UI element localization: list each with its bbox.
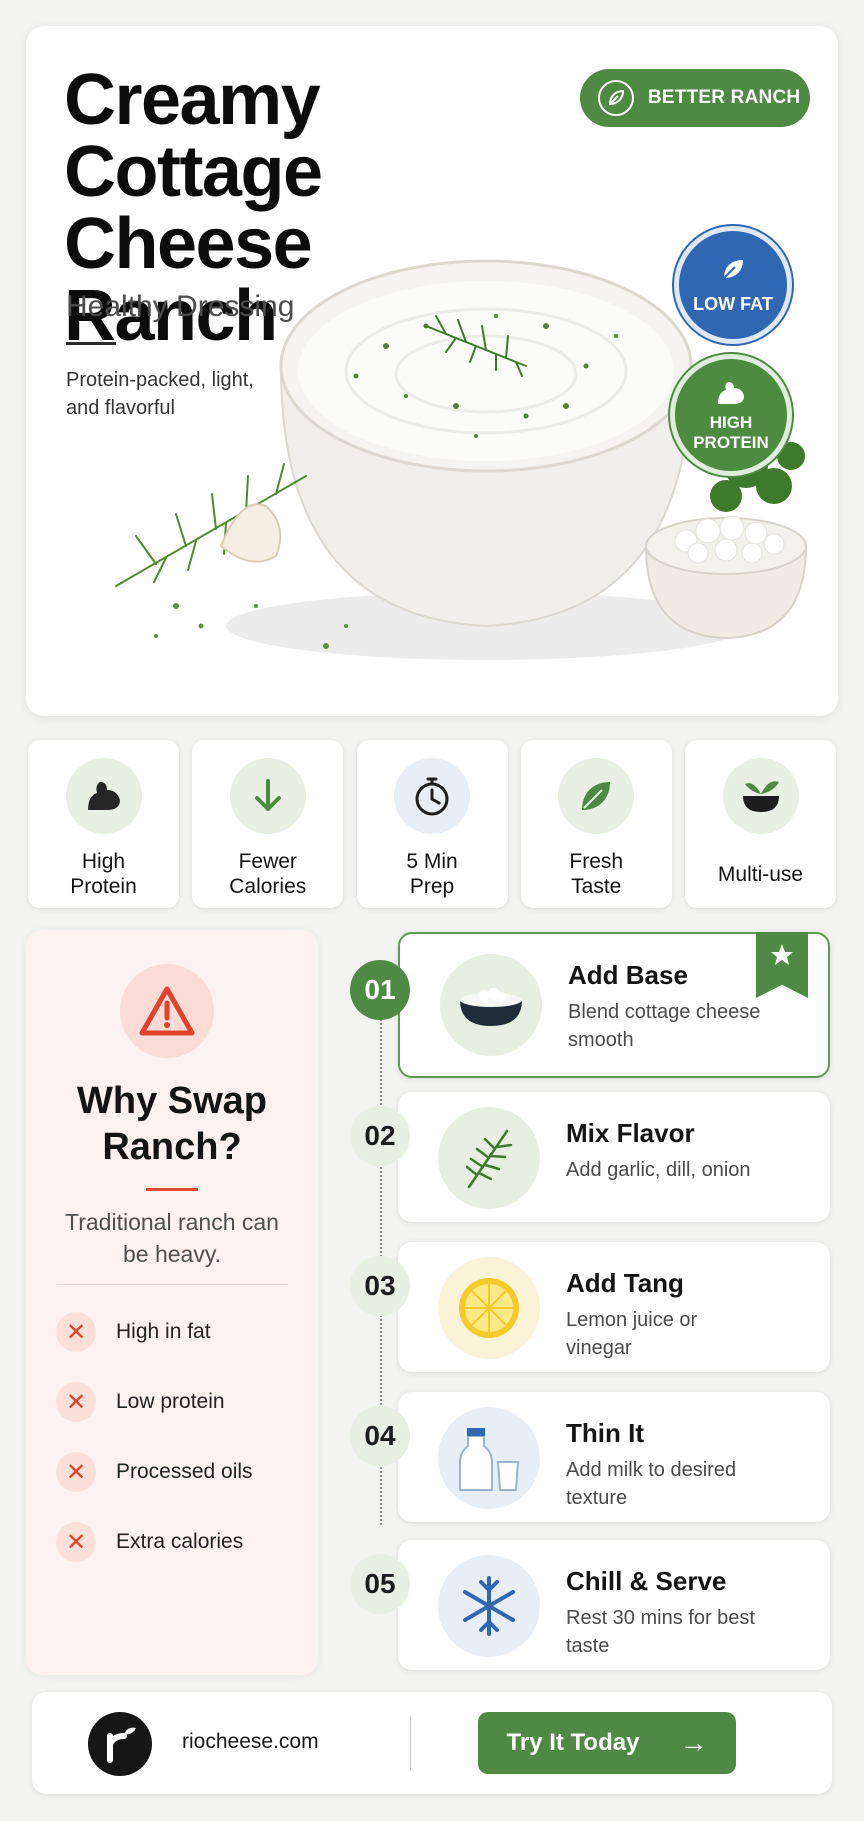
feature-card: High Protein: [28, 740, 179, 908]
step-card: Mix Flavor Add garlic, dill, onion: [398, 1092, 830, 1222]
cottage-cheese-bowl-icon: [440, 954, 542, 1056]
title-line: Cottage Cheese: [64, 132, 323, 284]
why-swap-description: Traditional ranch can be heavy.: [65, 1209, 279, 1267]
step-card: Add Base Blend cottage cheese smooth: [398, 932, 830, 1078]
step-number: 04: [350, 1406, 410, 1466]
feature-label: Fewer Calories: [229, 850, 307, 898]
step-title: Mix Flavor: [566, 1118, 695, 1148]
close-icon: ✕: [56, 1452, 96, 1492]
step-card: Add Tang Lemon juice or vinegar: [398, 1242, 830, 1372]
snowflake-icon: [438, 1555, 540, 1657]
step-title: Chill & Serve: [566, 1566, 727, 1596]
dill-sprig-icon: [438, 1107, 540, 1209]
close-icon: ✕: [56, 1382, 96, 1422]
website-link[interactable]: riocheese.com: [182, 1730, 319, 1754]
low-fat-badge: LOW FAT: [674, 226, 792, 344]
step-number: 02: [350, 1106, 410, 1166]
close-icon: ✕: [56, 1522, 96, 1562]
step-description: Rest 30 mins for best taste: [566, 1607, 755, 1657]
try-it-today-button[interactable]: Try It Today →: [478, 1712, 736, 1774]
high-protein-badge: HIGH PROTEIN: [670, 354, 792, 476]
low-fat-label: LOW FAT: [693, 294, 773, 314]
step-number: 05: [350, 1554, 410, 1614]
why-swap-title: Why Swap Ranch?: [76, 1080, 268, 1168]
why-swap-divider: [146, 1188, 198, 1191]
drawbacks-list: ✕ High in fat ✕ Low protein ✕ Processed …: [56, 1310, 296, 1590]
step-description: Add milk to desired texture: [566, 1459, 737, 1509]
star-ribbon-icon: [756, 932, 808, 998]
hero-tagline: Protein-packed, light, and flavorful: [66, 369, 254, 419]
title-line: Creamy: [64, 60, 321, 140]
feature-label: Multi-use: [717, 862, 804, 886]
cta-label: Try It Today: [506, 1729, 640, 1756]
step-description: Add garlic, dill, onion: [566, 1159, 751, 1181]
better-ranch-label: BETTER RANCH: [648, 87, 801, 108]
step-title: Add Tang: [566, 1268, 684, 1298]
step-title: Thin It: [566, 1418, 644, 1448]
step-number: 01: [350, 960, 410, 1020]
flexed-bicep-icon: [714, 378, 748, 413]
list-item: ✕ Low protein: [56, 1380, 296, 1424]
step-card: Chill & Serve Rest 30 mins for best tast…: [398, 1540, 830, 1670]
feature-label: High Protein: [70, 850, 137, 898]
flexed-bicep-icon: [65, 758, 142, 834]
feature-card: Fewer Calories: [192, 740, 344, 908]
feature-cards: High Protein Fewer Calories 5 Min Prep F…: [28, 740, 836, 908]
high-protein-label: HIGH PROTEIN: [693, 412, 769, 452]
arrow-down-icon: [229, 758, 306, 834]
better-ranch-badge: BETTER RANCH: [580, 69, 810, 127]
step-number: 03: [350, 1256, 410, 1316]
arrow-right-icon: →: [679, 1727, 708, 1758]
close-icon: ✕: [56, 1312, 96, 1352]
milk-bottle-icon: [438, 1407, 540, 1509]
feature-label: 5 Min Prep: [406, 850, 458, 898]
leaf-icon: [598, 80, 634, 116]
step-description: Blend cottage cheese smooth: [568, 1001, 761, 1051]
list-item: ✕ Processed oils: [56, 1450, 296, 1494]
feature-card: Fresh Taste: [520, 740, 672, 908]
list-item: ✕ Extra calories: [56, 1520, 296, 1564]
list-item: ✕ High in fat: [56, 1310, 296, 1354]
brand-logo: [88, 1712, 152, 1776]
hero-subtitle: Healthy Dressing: [66, 290, 295, 323]
bowl-sprout-icon: [722, 758, 799, 834]
leaf-icon: [719, 255, 747, 288]
feature-card: Multi-use: [685, 740, 836, 908]
step-description: Lemon juice or vinegar: [566, 1309, 698, 1359]
footer-bar: riocheese.com Try It Today →: [32, 1692, 832, 1794]
drawback-text: Processed oils: [116, 1460, 253, 1483]
subtitle-divider: [66, 342, 116, 345]
feature-card: 5 Min Prep: [356, 740, 508, 908]
footer-divider: [410, 1716, 411, 1770]
stopwatch-icon: [394, 758, 470, 834]
section-divider: [56, 1284, 288, 1285]
warning-icon: [120, 964, 214, 1058]
feature-label: Fresh Taste: [569, 850, 624, 898]
drawback-text: High in fat: [116, 1320, 211, 1343]
infographic-page: Creamy Cottage Cheese Ranch Healthy Dres…: [0, 0, 864, 1821]
why-swap-panel: Why Swap Ranch? Traditional ranch can be…: [26, 930, 318, 1675]
hero-card: Creamy Cottage Cheese Ranch Healthy Dres…: [26, 26, 838, 716]
lemon-icon: [438, 1257, 540, 1359]
drawback-text: Extra calories: [116, 1530, 244, 1553]
step-card: Thin It Add milk to desired texture: [398, 1392, 830, 1522]
step-title: Add Base: [568, 960, 688, 990]
drawback-text: Low protein: [116, 1390, 225, 1413]
leaf-icon: [558, 758, 635, 834]
